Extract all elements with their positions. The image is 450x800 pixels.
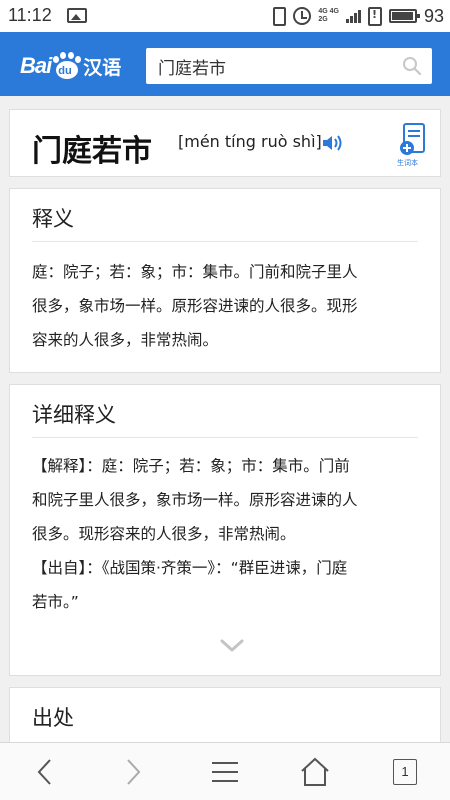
detail-line: 很多。现形容来的人很多，非常热闹。 bbox=[32, 525, 296, 543]
word-title: 门庭若市 bbox=[32, 134, 152, 169]
search-icon[interactable] bbox=[402, 56, 422, 76]
pinyin: [mén tíng ruò shì] bbox=[178, 132, 322, 151]
logo-text-bai: Bai bbox=[20, 53, 52, 78]
detail-card: 详细释义 【解释】：庭：院子；若：象；市：集市。门前 和院子里人很多，象市场一样… bbox=[9, 384, 441, 676]
header-bar: Bai du 汉语 bbox=[0, 32, 450, 96]
detail-line: 和院子里人很多，象市场一样。原形容进谏的人 bbox=[32, 491, 358, 509]
search-box bbox=[146, 48, 432, 84]
menu-icon[interactable] bbox=[208, 755, 242, 789]
network-type: 4G 4G 2G bbox=[318, 8, 339, 24]
divider bbox=[32, 241, 418, 242]
definition-line: 很多，象市场一样。原形容进谏的人很多。现形 bbox=[32, 297, 358, 315]
definition-card: 释义 庭：院子；若：象；市：集市。门前和院子里人 很多，象市场一样。原形容进谏的… bbox=[9, 188, 441, 373]
divider bbox=[32, 437, 418, 438]
status-icons: 4G 4G 2G 93 bbox=[273, 4, 444, 28]
detail-line: 若市。” bbox=[32, 593, 79, 611]
alarm-icon bbox=[293, 7, 312, 25]
battery-icon bbox=[388, 9, 420, 23]
status-bar: 11:12 4G 4G 2G 93 bbox=[0, 0, 450, 32]
home-icon[interactable] bbox=[298, 755, 332, 789]
image-notification-icon bbox=[67, 8, 87, 23]
back-icon[interactable] bbox=[28, 755, 62, 789]
status-time: 11:12 bbox=[8, 5, 52, 25]
search-input[interactable] bbox=[158, 54, 398, 78]
network-type-top: 4G 4G bbox=[318, 8, 339, 15]
tabs-button[interactable]: 1 bbox=[393, 759, 417, 785]
detail-title: 详细释义 bbox=[32, 403, 116, 427]
definition-text: 庭：院子；若：象；市：集市。门前和院子里人 很多，象市场一样。原形容进谏的人很多… bbox=[32, 255, 426, 357]
logo-text-han: 汉语 bbox=[83, 56, 122, 79]
sim-alert-icon bbox=[367, 6, 382, 26]
logo-text-du: du bbox=[58, 65, 72, 77]
definition-title: 释义 bbox=[32, 207, 74, 231]
battery-percent: 93 bbox=[423, 5, 444, 26]
paw-icon: du bbox=[52, 52, 82, 80]
detail-text: 【解释】：庭：院子；若：象；市：集市。门前 和院子里人很多，象市场一样。原形容进… bbox=[32, 449, 426, 619]
newword-label: 生词本 bbox=[397, 159, 418, 167]
baidu-hanyu-logo[interactable]: Bai du 汉语 bbox=[20, 52, 122, 80]
vibrate-icon bbox=[273, 6, 287, 26]
chevron-down-icon[interactable] bbox=[220, 639, 244, 653]
signal-icon bbox=[345, 9, 361, 23]
network-type-bottom: 2G bbox=[318, 16, 328, 23]
detail-line: 【解释】：庭：院子；若：象；市：集市。门前 bbox=[32, 457, 350, 475]
definition-line: 容来的人很多，非常热闹。 bbox=[32, 331, 219, 349]
speaker-icon[interactable] bbox=[322, 134, 344, 152]
detail-line: 【出自】：《战国策·齐策一》：“群臣进谏，门庭 bbox=[32, 559, 348, 577]
word-card: 门庭若市 [mén tíng ruò shì] 生词本 bbox=[9, 109, 441, 177]
source-title: 出处 bbox=[32, 706, 74, 730]
definition-line: 庭：院子；若：象；市：集市。门前和院子里人 bbox=[32, 263, 358, 281]
browser-bottom-nav: 1 bbox=[0, 742, 450, 800]
forward-icon[interactable] bbox=[116, 755, 150, 789]
